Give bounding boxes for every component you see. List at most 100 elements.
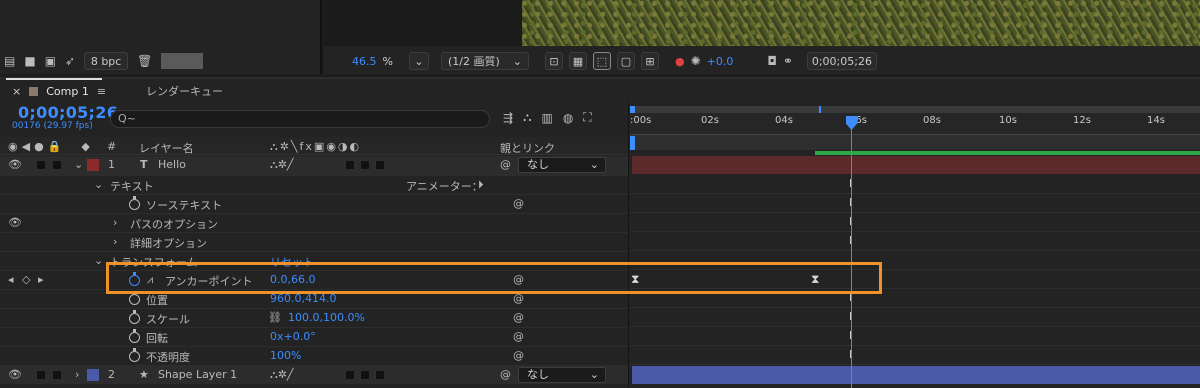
prev-keyframe-icon[interactable]: ◂ <box>8 273 14 286</box>
prop-more-options[interactable]: › 詳細オプション <box>0 232 628 251</box>
video-icon[interactable]: ◉ <box>8 140 18 153</box>
current-time[interactable]: 0;00;05;26 <box>18 103 118 122</box>
chevron-down-icon[interactable]: ⌄ <box>94 178 103 191</box>
chevron-right-icon[interactable]: › <box>113 216 117 229</box>
audio-icon[interactable]: ◀ <box>22 140 30 153</box>
pickwhip-icon[interactable]: @ <box>513 311 524 324</box>
layer-name[interactable]: Hello <box>158 158 186 171</box>
label-icon[interactable]: ◆ <box>81 140 89 153</box>
switch-box[interactable] <box>345 370 355 380</box>
resolution-dropdown[interactable]: (1/2 画質) ⌄ <box>440 52 529 70</box>
eye-icon[interactable]: 👁 <box>8 216 22 229</box>
safe-area-icon[interactable]: ▢ <box>616 52 635 70</box>
switch-box[interactable] <box>375 370 385 380</box>
layer-1-bar[interactable] <box>632 156 1200 174</box>
pickwhip-icon[interactable]: @ <box>513 197 524 210</box>
animator-play-icon[interactable]: ⏵ <box>478 178 484 192</box>
video-eye-icon[interactable]: 👁 <box>8 368 22 381</box>
work-area-start[interactable] <box>630 136 635 150</box>
graph-editor-icon[interactable]: ⛶ <box>583 110 591 125</box>
chevron-down-icon[interactable]: ⌄ <box>94 254 103 267</box>
switch-box[interactable] <box>375 160 385 170</box>
solo-switch[interactable] <box>52 370 62 380</box>
switch-box[interactable] <box>345 160 355 170</box>
comp-flowchart-icon[interactable]: ⇶ <box>503 111 513 125</box>
lock-icon[interactable]: 🔒 <box>48 140 62 153</box>
layer-switches-icons[interactable]: ⛬✲╱ <box>270 368 294 382</box>
parent-dropdown[interactable]: なし ⌄ <box>518 157 606 173</box>
exposure-value[interactable]: +0.0 <box>707 55 734 68</box>
audio-switch[interactable] <box>36 370 46 380</box>
constrain-link-icon[interactable]: ⛓ <box>268 311 282 324</box>
color-channel-icon[interactable]: ● <box>675 55 685 68</box>
prop-rotation[interactable]: 回転 0x+0.0° @ <box>0 327 628 346</box>
color-swatch[interactable] <box>161 53 204 69</box>
solo-icon[interactable]: ● <box>34 140 44 153</box>
stopwatch-icon[interactable] <box>129 196 140 210</box>
prop-group-text[interactable]: ⌄ テキスト アニメーター： ⏵ <box>0 175 628 194</box>
layer-2-bar[interactable] <box>632 366 1200 384</box>
new-folder-icon[interactable]: ■ <box>24 54 35 68</box>
flowchart-icon[interactable]: ➶ <box>65 54 75 68</box>
tab-render-queue[interactable]: レンダーキュー <box>146 83 223 99</box>
chevron-right-icon[interactable]: › <box>113 235 117 248</box>
layer-row-2[interactable]: 👁 › 2 ★ Shape Layer 1 ⛬✲╱ @ なし ⌄ <box>0 365 628 384</box>
stopwatch-icon[interactable] <box>129 329 140 343</box>
next-keyframe-icon[interactable]: ▸ <box>38 273 44 286</box>
prop-source-text[interactable]: ソーステキスト @ <box>0 194 628 213</box>
grid-guides-icon[interactable]: ⊞ <box>640 52 659 70</box>
transparency-grid-icon[interactable]: ▦ <box>568 52 587 70</box>
mask-path-icon[interactable]: ⬚ <box>592 52 611 70</box>
snapshot-icon[interactable]: ◘ <box>767 54 777 68</box>
column-layer-name[interactable]: レイヤー名 <box>139 140 194 156</box>
prop-path-options[interactable]: 👁 › パスのオプション <box>0 213 628 232</box>
shy-icon[interactable]: ⛬ <box>523 110 531 125</box>
scale-value[interactable]: 100.0,100.0% <box>288 311 365 324</box>
search-input[interactable]: Q~ <box>110 110 490 128</box>
switch-box[interactable] <box>360 160 370 170</box>
time-navigator[interactable] <box>630 106 1200 113</box>
region-of-interest-icon[interactable]: ⊡ <box>544 52 563 70</box>
bpc-button[interactable]: 8 bpc <box>84 52 129 70</box>
viewer-timecode[interactable]: 0;00;05;26 <box>806 52 877 70</box>
keyframe-diamond-icon[interactable]: ◇ <box>22 273 30 286</box>
trash-icon[interactable]: 🗑 <box>137 54 152 68</box>
show-snapshot-icon[interactable]: ⚭ <box>783 54 793 68</box>
pickwhip-icon[interactable]: @ <box>513 330 524 343</box>
stopwatch-icon[interactable] <box>129 348 140 362</box>
expand-chevron-down-icon[interactable]: ⌄ <box>74 158 83 171</box>
prop-opacity[interactable]: 不透明度 100% @ <box>0 346 628 365</box>
zoom-dropdown-icon[interactable]: ⌄ <box>408 52 429 70</box>
prop-scale[interactable]: スケール ⛓ 100.0,100.0% @ <box>0 308 628 327</box>
expand-chevron-right-icon[interactable]: › <box>75 368 79 381</box>
label-color-swatch[interactable] <box>87 369 99 381</box>
interpret-footage-icon[interactable]: ▤ <box>4 54 15 68</box>
stopwatch-icon[interactable] <box>129 310 140 324</box>
pickwhip-icon[interactable]: @ <box>500 368 511 381</box>
close-icon[interactable]: × <box>12 85 21 98</box>
color-management-icon[interactable]: ✺ <box>691 54 701 68</box>
opacity-value[interactable]: 100% <box>270 349 301 362</box>
rotation-value[interactable]: 0x+0.0° <box>270 330 316 343</box>
frame-blending-icon[interactable]: ▥ <box>541 111 552 125</box>
layer-row-1[interactable]: 👁 ⌄ 1 T Hello ⛬✲╱ @ なし ⌄ <box>0 156 628 175</box>
layer-name[interactable]: Shape Layer 1 <box>158 368 237 381</box>
zoom-value[interactable]: 46.5 <box>352 55 377 68</box>
motion-blur-icon[interactable]: ◍ <box>563 111 573 125</box>
animator-label[interactable]: アニメーター： <box>406 178 483 194</box>
work-area-bar[interactable] <box>630 135 1200 150</box>
switch-box[interactable] <box>360 370 370 380</box>
solo-switch[interactable] <box>52 160 62 170</box>
column-hash[interactable]: # <box>107 140 116 153</box>
tab-comp-1[interactable]: Comp 1 <box>46 85 89 98</box>
parent-dropdown[interactable]: なし ⌄ <box>518 367 606 383</box>
tab-menu-icon[interactable]: ≡ <box>97 85 106 98</box>
current-time-indicator[interactable] <box>851 116 852 388</box>
label-color-swatch[interactable] <box>87 159 99 171</box>
stopwatch-icon[interactable] <box>129 291 140 305</box>
column-parent-link[interactable]: 親とリンク <box>500 140 555 156</box>
audio-switch[interactable] <box>36 160 46 170</box>
pickwhip-icon[interactable]: @ <box>513 349 524 362</box>
layer-switches-icons[interactable]: ⛬✲╱ <box>270 158 294 172</box>
video-eye-icon[interactable]: 👁 <box>8 158 22 171</box>
